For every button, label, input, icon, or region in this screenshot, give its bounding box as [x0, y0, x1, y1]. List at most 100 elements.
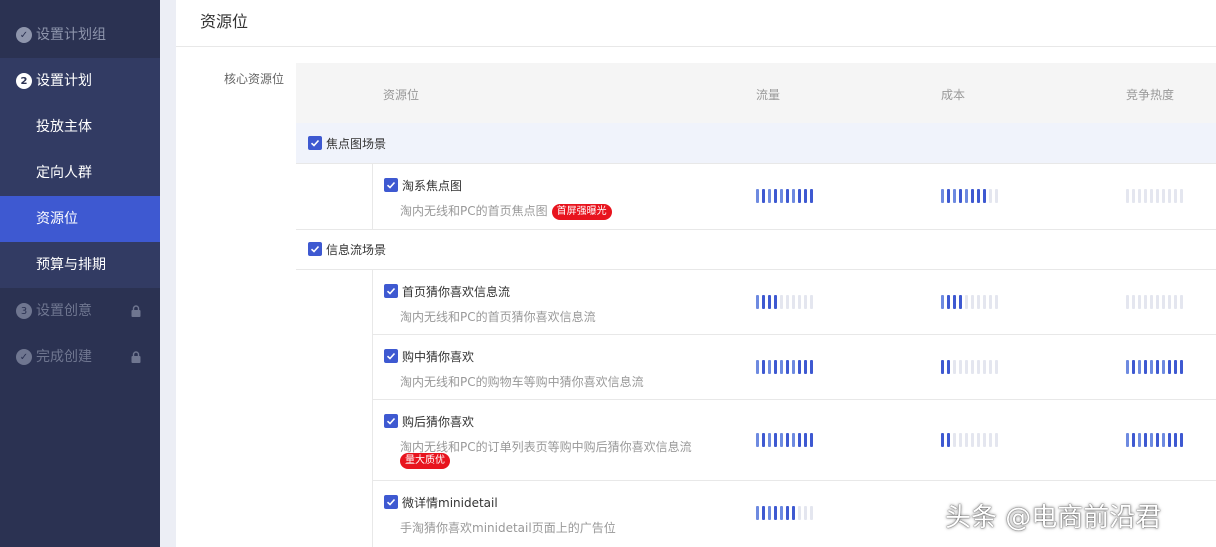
- meter-segment: [786, 360, 789, 374]
- meter-segment: [1150, 295, 1153, 309]
- meter-segment: [1156, 189, 1159, 203]
- scene-label: 信息流场景: [326, 243, 387, 257]
- check-icon: ✓: [16, 349, 32, 365]
- header-competition: 竞争热度: [1126, 88, 1175, 102]
- substep-label: 预算与排期: [36, 257, 106, 273]
- lock-icon: [131, 305, 141, 317]
- meter-segment: [995, 189, 998, 203]
- item-checkbox[interactable]: [384, 284, 398, 298]
- meter-segment: [1174, 360, 1177, 374]
- scene-checkbox[interactable]: [308, 242, 322, 256]
- meter-segment: [989, 433, 992, 447]
- meter-segment: [1174, 189, 1177, 203]
- item-checkbox[interactable]: [384, 495, 398, 509]
- meter-segment: [965, 433, 968, 447]
- meter-segment: [1150, 433, 1153, 447]
- step-finish: ✓ 完成创建: [0, 334, 160, 380]
- check-icon: [386, 498, 396, 506]
- meter-segment: [804, 433, 807, 447]
- meter-segment: [1144, 433, 1147, 447]
- resource-item: 淘系焦点图 淘内无线和PC的首页焦点图 首屏强曝光: [372, 164, 1216, 229]
- meter-segment: [1150, 189, 1153, 203]
- competition-meter: [1126, 189, 1183, 203]
- meter-segment: [804, 189, 807, 203]
- substep-resource[interactable]: 资源位: [0, 196, 160, 242]
- meter-segment: [798, 360, 801, 374]
- meter-segment: [1174, 433, 1177, 447]
- meter-segment: [756, 506, 759, 520]
- lock-icon: [131, 351, 141, 363]
- substep-budget[interactable]: 预算与排期: [0, 242, 160, 288]
- meter-segment: [995, 360, 998, 374]
- meter-segment: [774, 506, 777, 520]
- competition-meter: [1126, 360, 1183, 374]
- meter-segment: [1144, 360, 1147, 374]
- meter-segment: [983, 433, 986, 447]
- header-resource: 资源位: [383, 88, 420, 102]
- check-icon: [386, 181, 396, 189]
- watermark: 头条 @电商前沿君: [945, 503, 1162, 533]
- meter-segment: [1180, 360, 1183, 374]
- meter-segment: [977, 433, 980, 447]
- meter-segment: [953, 189, 956, 203]
- meter-segment: [762, 433, 765, 447]
- item-desc: 淘内无线和PC的购物车等购中猜你喜欢信息流: [400, 375, 644, 389]
- substep-audience[interactable]: 定向人群: [0, 150, 160, 196]
- step-plan-group[interactable]: ✓ 设置计划组: [0, 12, 160, 58]
- header-cost: 成本: [941, 88, 966, 102]
- meter-segment: [786, 295, 789, 309]
- meter-segment: [971, 189, 974, 203]
- traffic-meter: [756, 506, 813, 520]
- meter-segment: [1162, 189, 1165, 203]
- meter-segment: [1138, 189, 1141, 203]
- scene-checkbox[interactable]: [308, 136, 322, 150]
- meter-segment: [1126, 189, 1129, 203]
- meter-segment: [941, 433, 944, 447]
- meter-segment: [798, 433, 801, 447]
- meter-segment: [965, 295, 968, 309]
- meter-segment: [971, 433, 974, 447]
- meter-segment: [780, 433, 783, 447]
- meter-segment: [959, 295, 962, 309]
- meter-segment: [1144, 295, 1147, 309]
- item-checkbox[interactable]: [384, 349, 398, 363]
- item-checkbox[interactable]: [384, 178, 398, 192]
- resource-item: 购中猜你喜欢 淘内无线和PC的购物车等购中猜你喜欢信息流: [372, 335, 1216, 400]
- step-number: 2: [16, 73, 32, 89]
- meter-segment: [1156, 360, 1159, 374]
- meter-segment: [971, 360, 974, 374]
- meter-segment: [792, 360, 795, 374]
- header-traffic: 流量: [756, 88, 781, 102]
- meter-segment: [1168, 189, 1171, 203]
- item-checkbox[interactable]: [384, 414, 398, 428]
- scene-row: 信息流场景: [296, 229, 1216, 269]
- meter-segment: [804, 506, 807, 520]
- check-icon: [386, 352, 396, 360]
- meter-segment: [989, 189, 992, 203]
- check-icon: [386, 287, 396, 295]
- meter-segment: [959, 360, 962, 374]
- meter-segment: [1138, 360, 1141, 374]
- meter-segment: [1144, 189, 1147, 203]
- meter-segment: [1168, 360, 1171, 374]
- meter-segment: [1180, 295, 1183, 309]
- meter-segment: [756, 433, 759, 447]
- cost-meter: [941, 433, 998, 447]
- page-title: 资源位: [200, 12, 249, 31]
- meter-segment: [774, 189, 777, 203]
- meter-segment: [786, 433, 789, 447]
- meter-segment: [786, 506, 789, 520]
- scene-label: 焦点图场景: [326, 137, 387, 151]
- check-icon: [310, 139, 320, 147]
- meter-segment: [804, 295, 807, 309]
- meter-segment: [1168, 295, 1171, 309]
- substep-label: 定向人群: [36, 165, 92, 181]
- meter-segment: [941, 295, 944, 309]
- meter-segment: [792, 506, 795, 520]
- step-plan[interactable]: 2 设置计划: [0, 58, 160, 104]
- meter-segment: [762, 506, 765, 520]
- meter-segment: [768, 295, 771, 309]
- substep-subject[interactable]: 投放主体: [0, 104, 160, 150]
- meter-segment: [1150, 360, 1153, 374]
- meter-segment: [774, 360, 777, 374]
